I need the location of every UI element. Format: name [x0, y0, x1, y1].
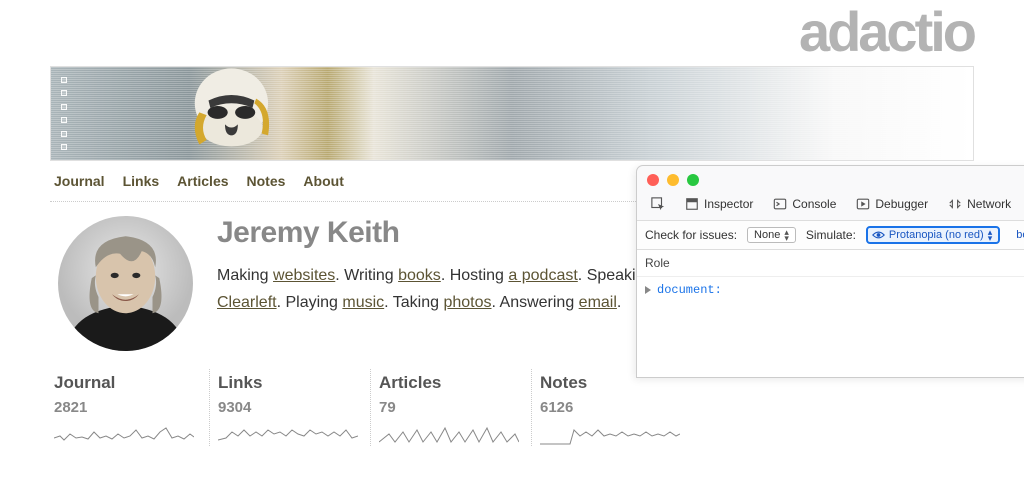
site-logo: adactio	[799, 0, 974, 63]
stat-count: 2821	[54, 399, 197, 416]
element-picker-icon	[651, 197, 665, 211]
tab-network[interactable]: Network	[940, 194, 1019, 214]
maximize-window-button[interactable]	[687, 174, 699, 186]
stat-label: Journal	[54, 373, 197, 393]
bio-link-music[interactable]: music	[342, 294, 384, 311]
issues-select[interactable]: None ▴▾	[747, 227, 796, 243]
sparkline-icon	[54, 422, 197, 446]
sparkline-icon	[379, 422, 519, 446]
tab-debugger[interactable]: Debugger	[848, 194, 936, 214]
bio-link-websites[interactable]: websites	[273, 267, 335, 284]
bio-link-podcast[interactable]: a podcast	[508, 267, 577, 284]
eye-icon	[872, 230, 885, 240]
avatar	[58, 216, 193, 351]
stat-count: 9304	[218, 399, 358, 416]
sparkline-icon	[540, 422, 680, 446]
nav-journal[interactable]: Journal	[54, 173, 105, 189]
nav-about[interactable]: About	[303, 173, 343, 189]
close-window-button[interactable]	[647, 174, 659, 186]
stat-count: 6126	[540, 399, 680, 416]
stat-articles[interactable]: Articles 79	[370, 369, 531, 446]
accessibility-tree[interactable]: document:	[637, 277, 1024, 377]
bio-link-books[interactable]: books	[398, 267, 441, 284]
stat-links[interactable]: Links 9304	[209, 369, 370, 446]
window-controls	[637, 166, 1024, 192]
stat-label: Articles	[379, 373, 519, 393]
console-icon	[773, 197, 787, 211]
network-icon	[948, 197, 962, 211]
chevron-updown-icon: ▴▾	[784, 229, 789, 241]
disclosure-triangle-icon[interactable]	[645, 286, 651, 294]
issues-label: Check for issues:	[645, 228, 737, 242]
stats-row: Journal 2821 Links 9304 Articles 79 Note…	[50, 369, 974, 446]
stat-label: Links	[218, 373, 358, 393]
element-picker-button[interactable]	[643, 194, 673, 214]
stat-count: 79	[379, 399, 519, 416]
role-header: Role	[637, 250, 1024, 277]
film-strip-icon	[59, 67, 71, 160]
tree-node-document[interactable]: document:	[657, 283, 722, 297]
minimize-window-button[interactable]	[667, 174, 679, 186]
stat-journal[interactable]: Journal 2821	[54, 369, 209, 446]
debugger-icon	[856, 197, 870, 211]
simulate-label: Simulate:	[806, 228, 856, 242]
stormtrooper-helmet-image	[181, 66, 291, 161]
nav-articles[interactable]: Articles	[177, 173, 228, 189]
header-banner	[50, 66, 974, 161]
chevron-updown-icon: ▴▾	[988, 229, 993, 241]
bio-link-clearleft[interactable]: Clearleft	[217, 294, 277, 311]
nav-links[interactable]: Links	[123, 173, 160, 189]
stat-notes[interactable]: Notes 6126	[531, 369, 692, 446]
extra-toolbar-link[interactable]: be	[1010, 229, 1024, 241]
simulate-select[interactable]: Protanopia (no red) ▴▾	[866, 226, 1000, 244]
devtools-window: Inspector Console Debugger Network Check…	[636, 165, 1024, 378]
tab-console[interactable]: Console	[765, 194, 844, 214]
sparkline-icon	[218, 422, 358, 446]
bio-link-email[interactable]: email	[579, 294, 617, 311]
nav-notes[interactable]: Notes	[247, 173, 286, 189]
bio-link-photos[interactable]: photos	[443, 294, 491, 311]
tab-inspector[interactable]: Inspector	[677, 194, 761, 214]
inspector-icon	[685, 197, 699, 211]
